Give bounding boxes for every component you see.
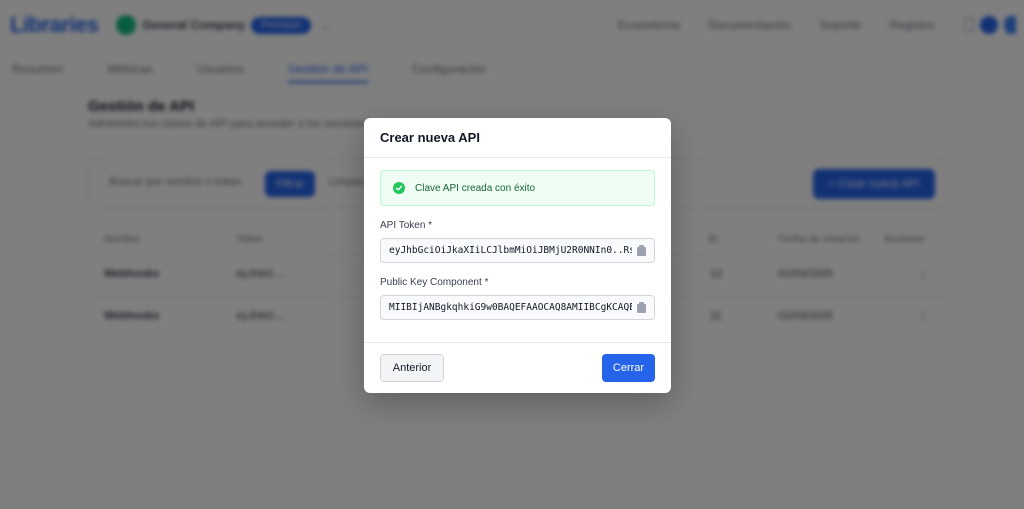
modal-body: Clave API creada con éxito API Token * e… <box>364 158 671 320</box>
create-api-modal: Crear nueva API Clave API creada con éxi… <box>364 118 671 393</box>
modal-footer: Anterior Cerrar <box>364 342 671 393</box>
alert-message: Clave API creada con éxito <box>415 182 536 194</box>
success-alert: Clave API creada con éxito <box>380 170 655 206</box>
clipboard-icon[interactable] <box>637 245 646 256</box>
modal-header: Crear nueva API <box>364 118 671 158</box>
api-token-value[interactable]: eyJhbGciOiJkaXIiLCJlbmMiOiJBMjU2R0NNIn0.… <box>389 239 632 262</box>
modal-title: Crear nueva API <box>380 130 480 145</box>
public-key-label: Public Key Component * <box>380 277 489 288</box>
api-token-field[interactable]: eyJhbGciOiJkaXIiLCJlbmMiOiJBMjU2R0NNIn0.… <box>380 238 655 263</box>
public-key-value[interactable]: MIIBIjANBgkqhkiG9w0BAQEFAAOCAQ8AMIIBCgKC… <box>389 296 632 319</box>
api-token-label: API Token * <box>380 220 433 231</box>
check-circle-icon <box>393 182 405 194</box>
close-button[interactable]: Cerrar <box>602 354 655 382</box>
previous-button[interactable]: Anterior <box>380 354 444 382</box>
clipboard-icon[interactable] <box>637 302 646 313</box>
public-key-field[interactable]: MIIBIjANBgkqhkiG9w0BAQEFAAOCAQ8AMIIBCgKC… <box>380 295 655 320</box>
